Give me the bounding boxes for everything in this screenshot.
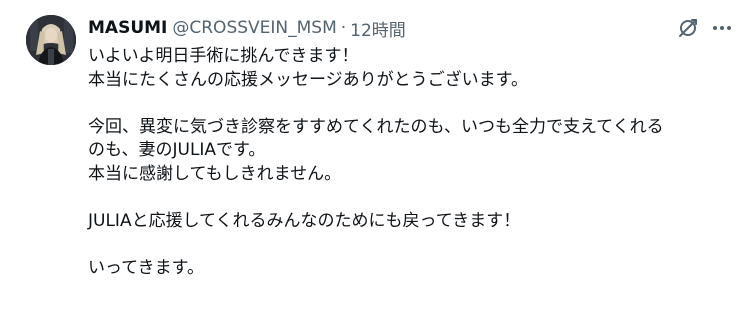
avatar[interactable] [26, 15, 76, 65]
grok-button[interactable] [674, 14, 702, 42]
more-options-icon [713, 26, 731, 30]
tweet-text-line: のも、妻のJULIAです。 [88, 140, 266, 161]
tweet-card[interactable]: MASUMI @CROSSVEIN_MSM · 12時間 いよいよ明日手術に挑ん… [0, 0, 752, 312]
more-options-button[interactable] [708, 14, 736, 42]
grok-icon [679, 19, 697, 37]
tweet-text-line: 今回、異変に気づき診察をすすめてくれたのも、いつも全力で支えてくれる [88, 116, 664, 137]
tweet-text-line: いよいよ明日手術に挑んできます！ [88, 46, 359, 66]
tweet-text-line: いってきます。 [88, 258, 204, 279]
author-handle[interactable]: @CROSSVEIN_MSM [172, 18, 336, 38]
tweet-timestamp[interactable]: 12時間 [350, 16, 406, 41]
avatar-image [26, 15, 76, 65]
tweet-text-line: 本当に感謝してもしきれません。 [88, 163, 342, 184]
author-display-name[interactable]: MASUMI [88, 18, 167, 38]
tweet-header: MASUMI @CROSSVEIN_MSM · 12時間 [88, 15, 406, 41]
tweet-text-line: 本当にたくさんの応援メッセージありがとうございます。 [88, 69, 528, 90]
tweet-text: いよいよ明日手術に挑んできます！ 本当にたくさんの応援メッセージありがとうござい… [88, 45, 736, 281]
tweet-text-line: JULIAと応援してくれるみんなのためにも戻ってきます！ [88, 211, 521, 232]
header-separator: · [340, 18, 347, 38]
